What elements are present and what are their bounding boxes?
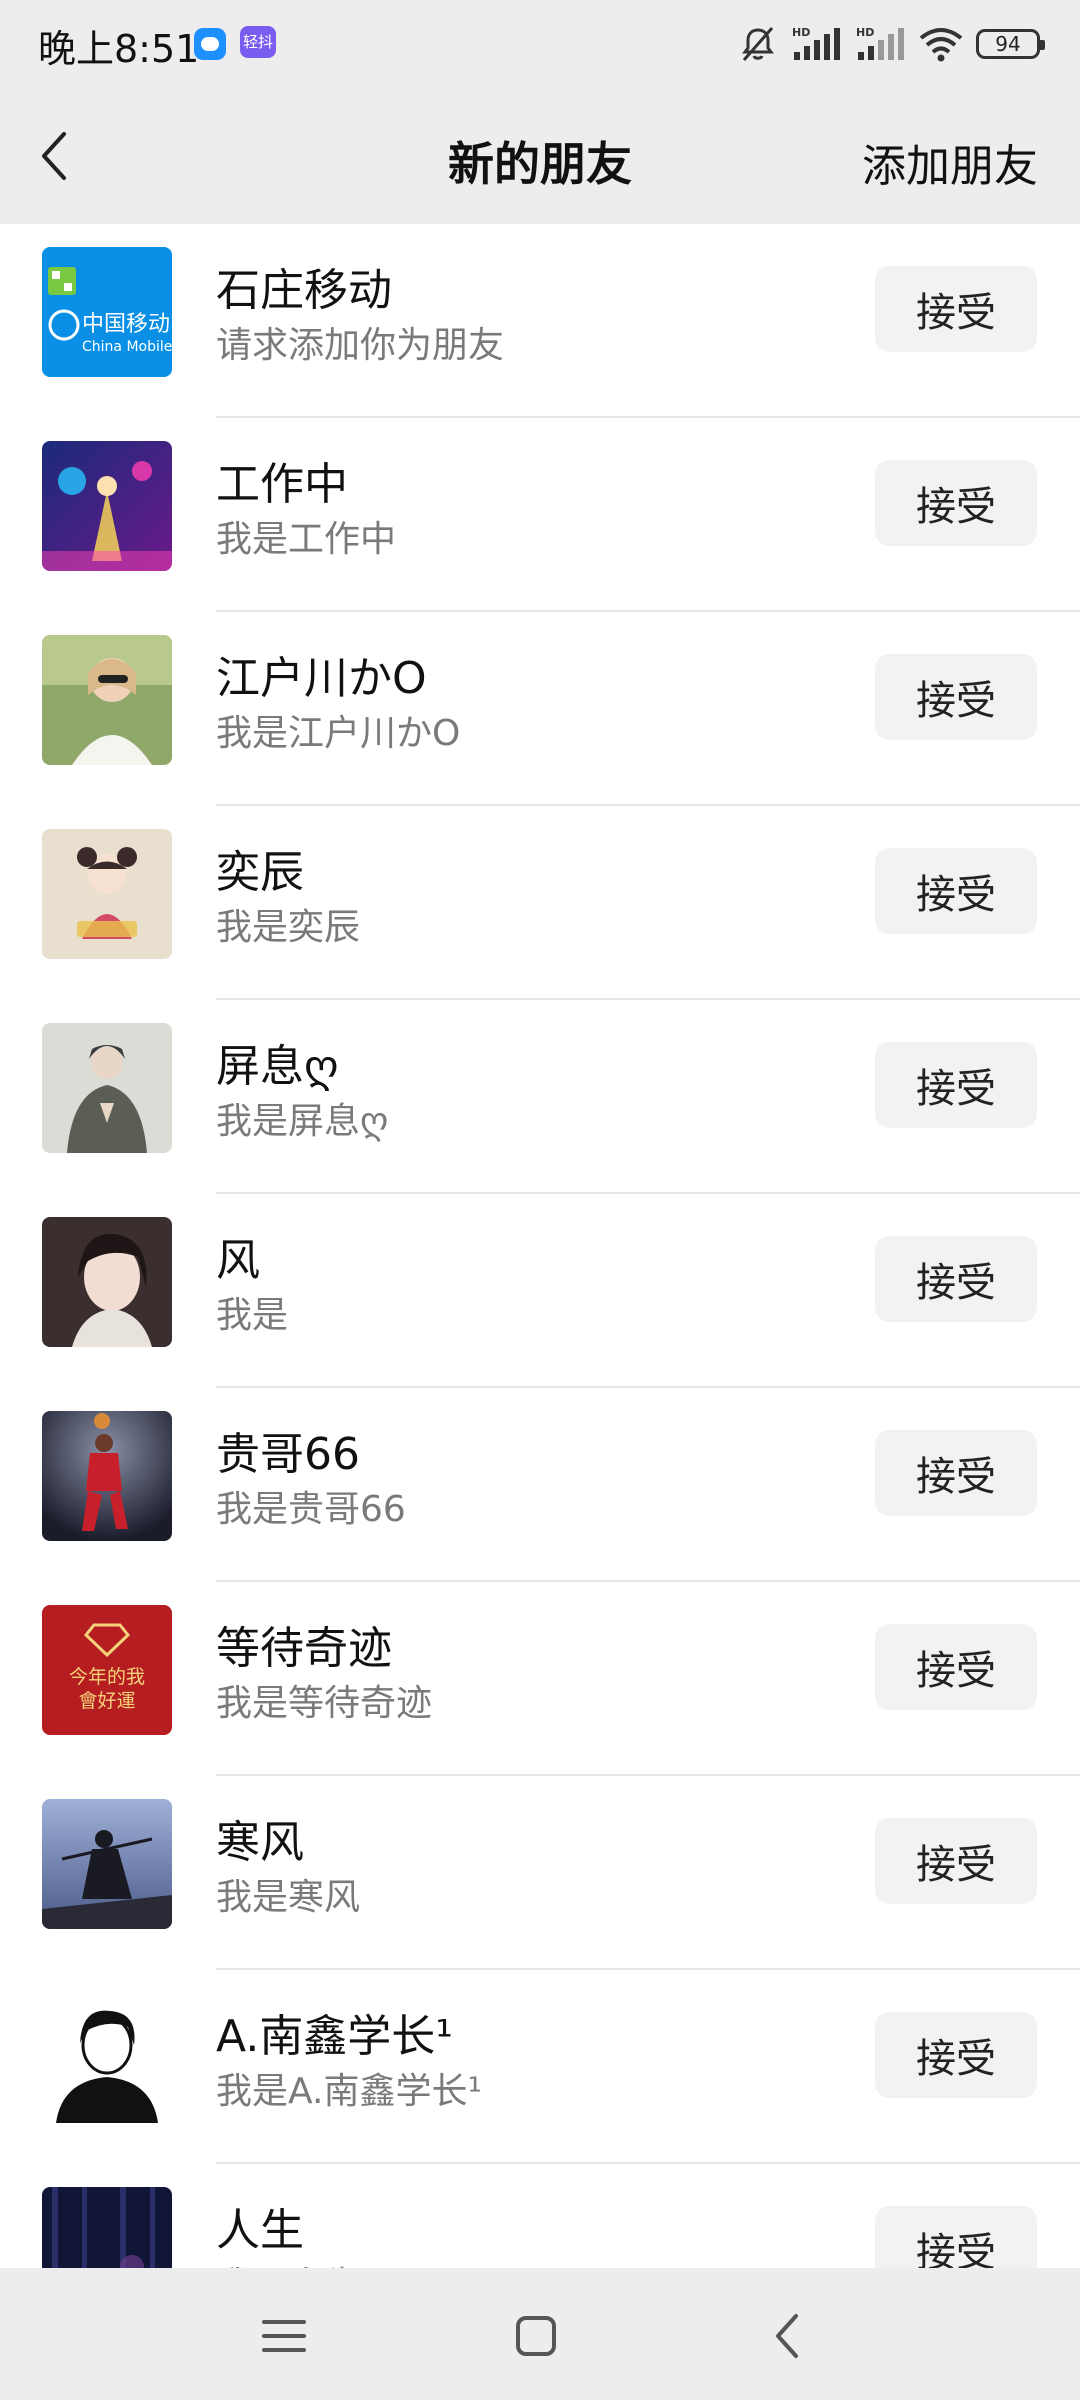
friend-request-message: 我是 [216,1295,289,1336]
friend-request-message: 我是寒风 [216,1877,361,1918]
list-item[interactable]: 风 我是 接受 [0,1194,1080,1388]
list-item[interactable]: 寒风 我是寒风 接受 [0,1776,1080,1970]
friend-name: 石庄移动 [216,265,392,316]
avatar [42,1411,172,1541]
friend-name: 等待奇迹 [216,1623,392,1674]
friend-name: A.南鑫学长¹ [216,2011,453,2062]
avatar [42,1993,172,2123]
list-item[interactable]: 中国移动 China Mobile 石庄移动 请求添加你为朋友 接受 [0,224,1080,418]
friend-name: 江户川かO [216,653,427,704]
battery-icon: 94 [976,29,1045,59]
list-item[interactable]: A.南鑫学长¹ 我是A.南鑫学长¹ 接受 [0,1970,1080,2164]
list-item[interactable]: 贵哥66 我是贵哥66 接受 [0,1388,1080,1582]
friend-request-message: 我是贵哥66 [216,1489,406,1530]
avatar [42,441,172,571]
friend-name: 人生 [216,2205,304,2256]
hd-signal-icon: HD [856,26,904,60]
svg-text:HD: HD [792,26,810,39]
list-item[interactable]: 江户川かO 我是江户川かO 接受 [0,612,1080,806]
accept-button[interactable]: 接受 [875,848,1037,934]
qingdou-app-icon: 轻抖 [240,26,276,58]
wifi-icon [919,28,963,62]
friend-request-list: 中国移动 China Mobile 石庄移动 请求添加你为朋友 接受 工作中 我… [0,224,1080,2268]
friend-request-message: 请求添加你为朋友 [216,325,505,366]
friend-request-message: 我是工作中 [216,519,397,560]
message-app-icon [194,28,226,60]
accept-button[interactable]: 接受 [875,2012,1037,2098]
accept-button[interactable]: 接受 [875,1236,1037,1322]
list-item[interactable]: 今年的我會好運 等待奇迹 我是等待奇迹 接受 [0,1582,1080,1776]
accept-button[interactable]: 接受 [875,1624,1037,1710]
accept-button[interactable]: 接受 [875,460,1037,546]
accept-button[interactable]: 接受 [875,2206,1037,2268]
friend-request-message: 我是屏息ღ [216,1101,389,1142]
friend-name: 贵哥66 [216,1429,360,1480]
friend-name: 寒风 [216,1817,304,1868]
accept-button[interactable]: 接受 [875,654,1037,740]
avatar [42,1217,172,1347]
nav-bar: 新的朋友 添加朋友 [0,88,1080,224]
accept-button[interactable]: 接受 [875,1430,1037,1516]
friend-request-message: 我是人生 [216,2256,360,2268]
friend-request-message: 我是江户川かO [216,713,461,754]
avatar: 中国移动 China Mobile [42,247,172,377]
friend-name: 工作中 [216,459,348,510]
friend-request-message: 我是等待奇迹 [216,1683,433,1724]
avatar [42,2187,172,2268]
svg-text:HD: HD [856,26,874,39]
svg-text:China Mobile: China Mobile [82,339,172,355]
friend-name: 屏息ღ [216,1041,339,1092]
avatar [42,1023,172,1153]
svg-text:中国移动: 中国移动 [82,312,170,337]
menu-icon[interactable] [256,2308,312,2364]
back-triangle-icon[interactable] [760,2308,816,2364]
list-item[interactable]: 奕辰 我是奕辰 接受 [0,806,1080,1000]
mute-bell-icon [742,27,774,61]
avatar [42,635,172,765]
list-item[interactable]: 人生 我是人生 接受 [0,2164,1080,2268]
friend-request-message: 我是奕辰 [216,907,361,948]
add-friend-button[interactable]: 添加朋友 [862,130,1038,194]
accept-button[interactable]: 接受 [875,1042,1037,1128]
avatar: 今年的我會好運 [42,1605,172,1735]
avatar [42,829,172,959]
accept-button[interactable]: 接受 [875,266,1037,352]
status-time: 晚上8:51 [38,27,200,71]
system-nav-bar [0,2268,1080,2400]
friend-name: 奕辰 [216,847,304,898]
friend-name: 风 [216,1235,260,1286]
list-item[interactable]: 屏息ღ 我是屏息ღ 接受 [0,1000,1080,1194]
status-bar: 晚上8:51 轻抖 HD HD 94 [0,0,1080,88]
hd-signal-icon: HD [792,26,840,60]
home-square-icon[interactable] [508,2308,564,2364]
avatar [42,1799,172,1929]
friend-request-message: 我是A.南鑫学长¹ [216,2071,482,2112]
status-icons: HD HD 94 [738,22,1045,66]
accept-button[interactable]: 接受 [875,1818,1037,1904]
list-item[interactable]: 工作中 我是工作中 接受 [0,418,1080,612]
